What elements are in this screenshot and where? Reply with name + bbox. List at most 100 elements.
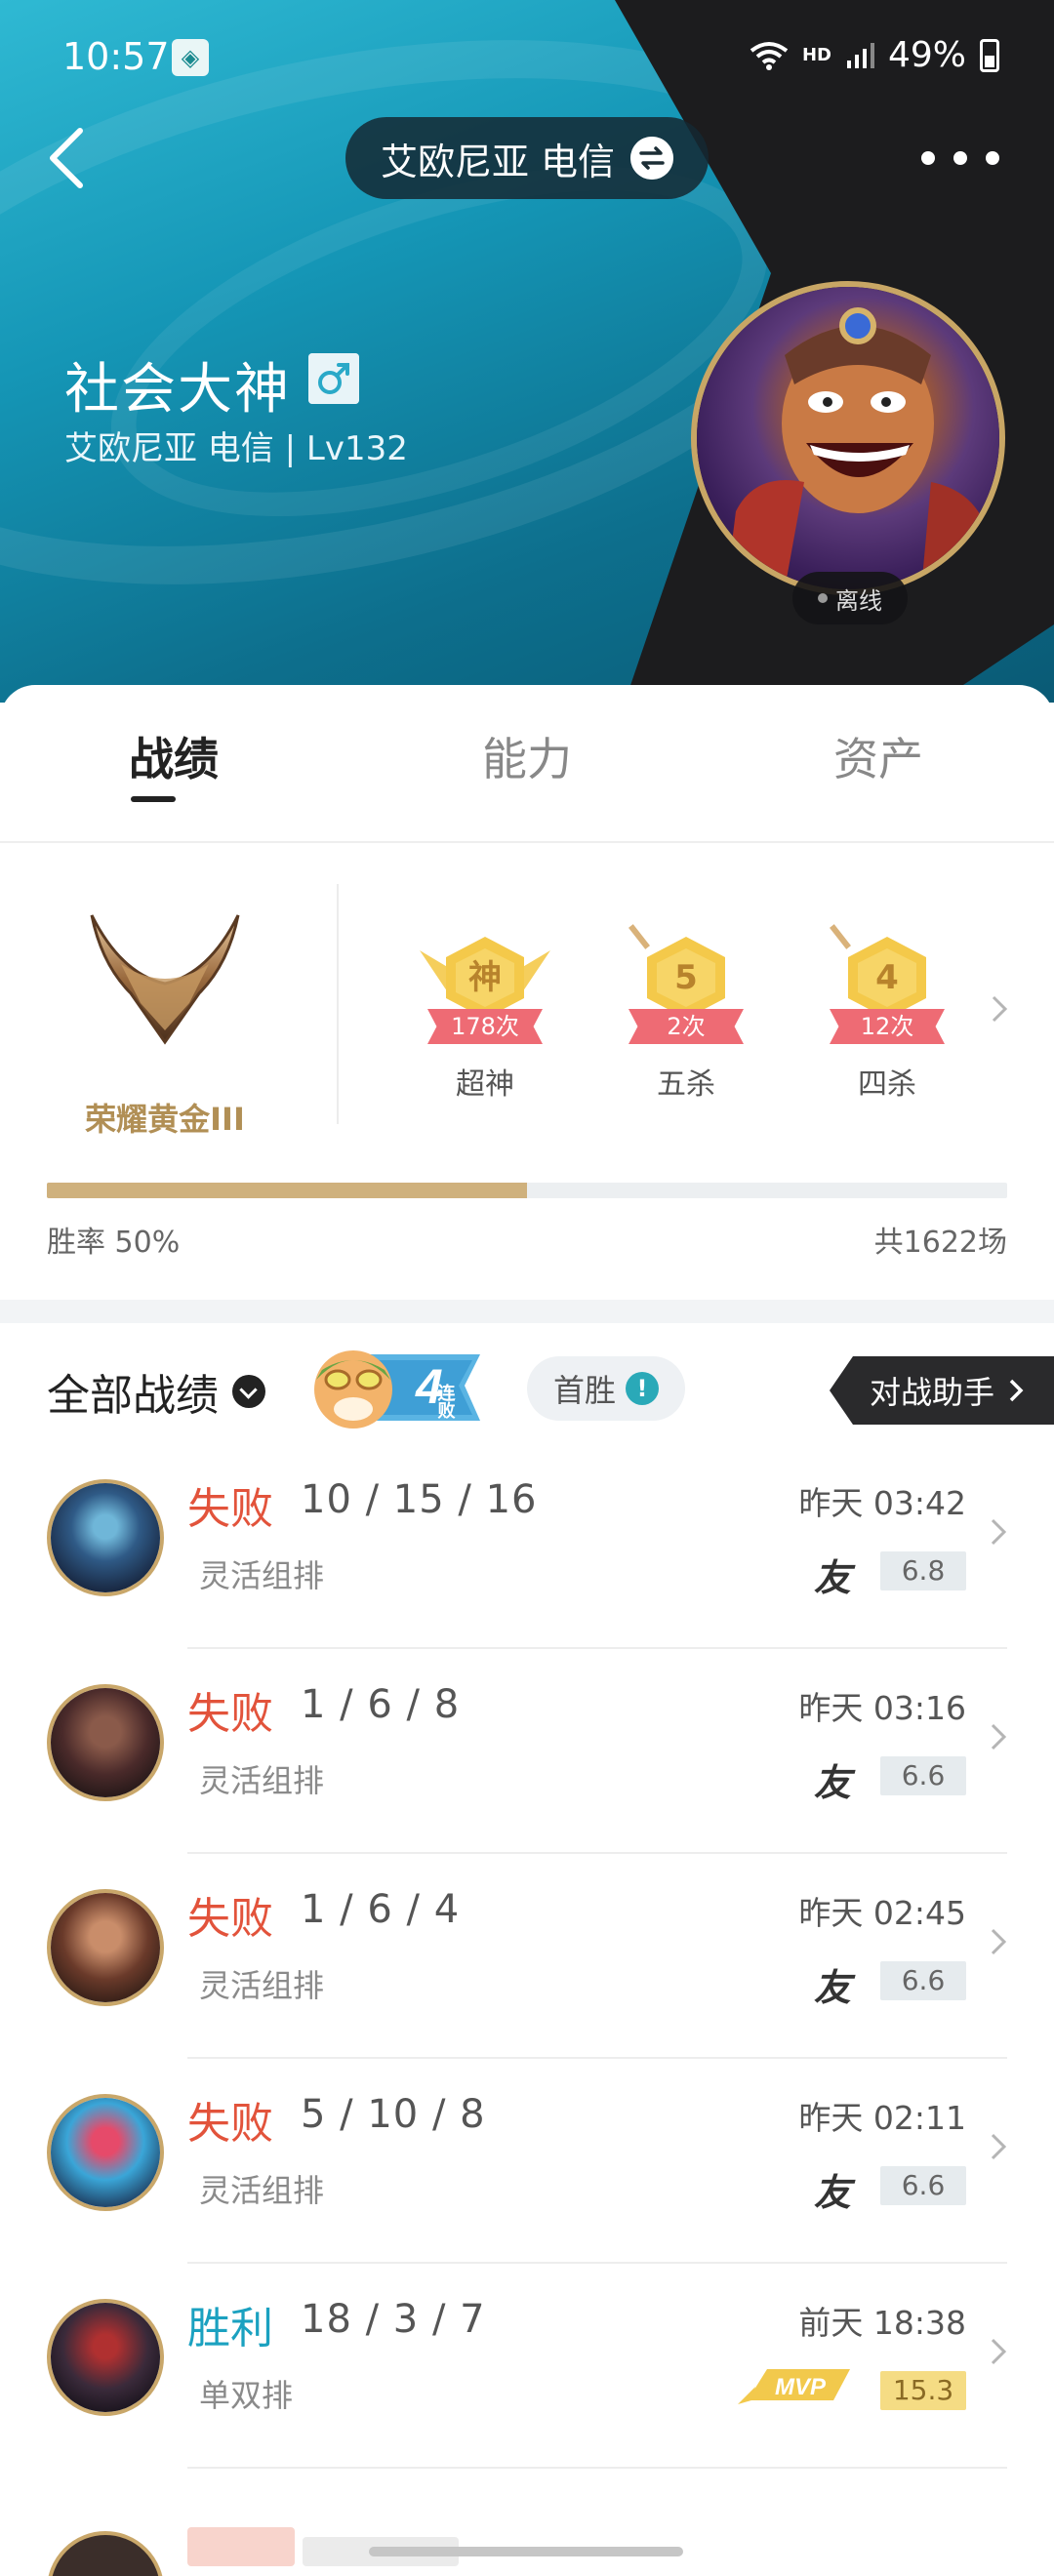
- divider: [187, 2467, 1007, 2469]
- male-gender-icon: [308, 353, 359, 404]
- chevron-right-icon: [991, 2133, 1007, 2160]
- losing-streak-badge[interactable]: 4 连败: [308, 1341, 492, 1434]
- match-row[interactable]: 失败 10 / 15 / 16 灵活组排 昨天 03:42 友 6.8: [0, 1444, 1054, 1649]
- first-win-button[interactable]: 首胜 !: [527, 1356, 685, 1421]
- chevron-right-icon[interactable]: [988, 991, 1011, 1026]
- champion-portrait: [51, 1483, 160, 1592]
- app-root: 10:57 ◈ HD 49% 艾欧尼亚 电信 社会大神 艾欧尼亚 电信 | Lv…: [0, 0, 1054, 2576]
- back-icon[interactable]: [39, 119, 98, 197]
- section-separator: [0, 1300, 1054, 1323]
- chevron-right-icon: [991, 1518, 1007, 1546]
- active-tab-indicator: [131, 796, 176, 802]
- champion-avatar: [47, 2299, 164, 2416]
- honor-count: 2次: [628, 1009, 744, 1044]
- battery-percent: 49%: [887, 35, 966, 75]
- tab-ability[interactable]: 能力: [482, 724, 572, 788]
- champion-portrait: [51, 2098, 160, 2207]
- more-icon[interactable]: [921, 137, 999, 180]
- match-row[interactable]: 失败 1 / 6 / 8 灵活组排 昨天 03:16 友 6.6: [0, 1649, 1054, 1854]
- signal-icon: [846, 42, 874, 68]
- champion-avatar: [47, 1889, 164, 2006]
- mvp-badge-icon: MVP: [738, 2369, 850, 2404]
- champion-portrait-art: [726, 307, 990, 589]
- friend-tag: 友: [814, 1966, 852, 2009]
- status-time: 10:57: [62, 35, 170, 78]
- winrate-fill: [47, 1183, 527, 1198]
- more-dot: [953, 151, 967, 165]
- player-server-level: 艾欧尼亚 电信 | Lv132: [64, 429, 408, 468]
- app-notification-icon: ◈: [172, 39, 209, 76]
- match-result: 失败: [187, 1689, 273, 1739]
- status-dot: [818, 593, 828, 603]
- match-kda: 1 / 6 / 4: [301, 1887, 461, 1932]
- tab-records[interactable]: 战绩: [129, 724, 219, 788]
- chevron-down-icon: [232, 1375, 265, 1408]
- divider: [337, 884, 339, 1124]
- more-dot: [986, 151, 999, 165]
- mvp-label: MVP: [775, 2374, 827, 2400]
- match-mode: 灵活组排: [199, 1557, 325, 1594]
- match-score: 6.6: [880, 1756, 966, 1795]
- tab-assets[interactable]: 资产: [833, 724, 923, 788]
- network-type: HD: [801, 45, 831, 65]
- champion-avatar: [47, 1479, 164, 1596]
- server-name: 艾欧尼亚 电信: [380, 140, 616, 183]
- match-result: 胜利: [187, 2304, 273, 2354]
- match-kda: 1 / 6 / 8: [301, 1682, 461, 1727]
- more-dot: [921, 151, 935, 165]
- info-icon: !: [626, 1372, 659, 1405]
- battle-assistant-button[interactable]: 对战助手: [830, 1356, 1054, 1425]
- assistant-label: 对战助手: [869, 1374, 994, 1411]
- rank-emblem-icon[interactable]: [82, 906, 248, 1052]
- match-result: 失败: [187, 2099, 273, 2149]
- honor-label: 五杀: [657, 1067, 715, 1102]
- champion-portrait: [51, 2303, 160, 2412]
- champion-avatar: [47, 2094, 164, 2211]
- chevron-right-icon: [1009, 1379, 1024, 1402]
- honor-quadrakill[interactable]: 4 12次 四杀: [814, 923, 960, 1108]
- winrate-bar: [47, 1183, 1007, 1198]
- status-bar: 10:57 ◈ HD 49%: [0, 0, 1054, 117]
- honor-label: 超神: [456, 1067, 514, 1102]
- match-time: 昨天 03:42: [798, 1484, 966, 1522]
- streak-text: 连败: [435, 1383, 456, 1420]
- server-switch-button[interactable]: 艾欧尼亚 电信: [345, 117, 709, 199]
- match-score: 6.6: [880, 1961, 966, 2000]
- match-time: 昨天 02:11: [798, 2099, 966, 2137]
- match-time: 昨天 03:16: [798, 1689, 966, 1727]
- honor-legendary[interactable]: 神 178次 超神: [412, 923, 558, 1108]
- all-records-filter[interactable]: 全部战绩: [47, 1360, 265, 1423]
- champion-portrait: [51, 1893, 160, 2002]
- match-time: 昨天 02:45: [798, 1894, 966, 1932]
- player-name: 社会大神: [64, 358, 291, 422]
- match-score: 6.8: [880, 1551, 966, 1590]
- friend-tag: 友: [814, 1556, 852, 1599]
- honor-label: 四杀: [858, 1067, 916, 1102]
- sword-icon: [628, 924, 650, 949]
- match-mode: 单双排: [199, 2377, 294, 2414]
- champion-avatar: [47, 2531, 164, 2576]
- player-avatar[interactable]: [691, 281, 1005, 595]
- online-status-badge: 离线: [792, 572, 908, 624]
- first-win-label: 首胜: [552, 1372, 616, 1409]
- match-score: 6.6: [880, 2166, 966, 2205]
- chevron-right-icon: [991, 1723, 1007, 1751]
- match-row[interactable]: 胜利 18 / 3 / 7 单双排 前天 18:38 MVP 15.3: [0, 2264, 1054, 2469]
- match-row[interactable]: 失败 5 / 10 / 8 灵活组排 昨天 02:11 友 6.6: [0, 2059, 1054, 2264]
- champion-portrait: [51, 1688, 160, 1797]
- friend-tag: 友: [814, 2171, 852, 2214]
- honor-pentakill[interactable]: 5 2次 五杀: [613, 923, 759, 1108]
- honor-count: 178次: [427, 1009, 543, 1044]
- tabs-bar: 战绩 能力 资产: [0, 685, 1054, 841]
- match-kda: 5 / 10 / 8: [301, 2092, 486, 2137]
- match-row[interactable]: 失败 1 / 6 / 4 灵活组排 昨天 02:45 友 6.6: [0, 1854, 1054, 2059]
- chevron-right-icon: [991, 2338, 1007, 2365]
- match-kda: 18 / 3 / 7: [301, 2297, 486, 2342]
- home-indicator[interactable]: [369, 2547, 683, 2556]
- match-mode: 灵活组排: [199, 1762, 325, 1799]
- match-time: 前天 18:38: [798, 2304, 966, 2342]
- match-mode: 灵活组排: [199, 2172, 325, 2209]
- match-mode: 灵活组排: [199, 1967, 325, 2004]
- total-games: 共1622场: [873, 1226, 1007, 1260]
- filter-label: 全部战绩: [47, 1371, 219, 1421]
